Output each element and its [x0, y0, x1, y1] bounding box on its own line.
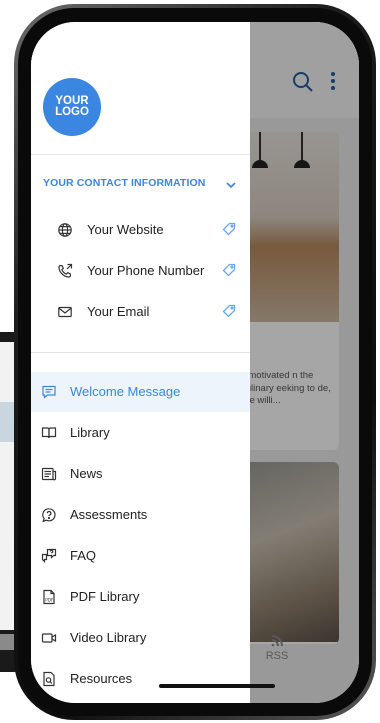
menu-item-label: Video Library	[70, 630, 147, 645]
contact-info-header[interactable]: YOUR CONTACT INFORMATION	[43, 177, 243, 193]
menu-item-label: Assessments	[70, 507, 148, 522]
contact-item-label: Your Website	[87, 222, 164, 237]
faq-icon	[41, 548, 57, 563]
phone-frame: y motivated n the culinary eeking to de,…	[14, 4, 376, 720]
menu-item-label: News	[70, 466, 103, 481]
contact-item-phone[interactable]: Your Phone Number	[31, 259, 250, 283]
menu-item-faq[interactable]: FAQ	[31, 536, 250, 576]
menu-item-resources[interactable]: Resources	[31, 659, 250, 699]
navigation-drawer: YOUR LOGO YOUR CONTACT INFORMATION Your W…	[31, 22, 250, 703]
logo-line-2: LOGO	[55, 106, 89, 118]
newspaper-icon	[41, 467, 57, 481]
book-icon	[41, 427, 57, 439]
phone-outgoing-icon	[58, 263, 73, 278]
phone-screen: y motivated n the culinary eeking to de,…	[31, 22, 359, 703]
contact-item-email[interactable]: Your Email	[31, 300, 250, 324]
stage: y motivated n the culinary eeking to de,…	[0, 0, 380, 723]
menu-item-label: Welcome Message	[70, 384, 181, 399]
globe-icon	[58, 223, 72, 237]
menu-item-welcome-message[interactable]: Welcome Message	[31, 372, 250, 412]
video-icon	[41, 633, 57, 643]
tag-icon[interactable]	[222, 304, 236, 318]
home-indicator[interactable]	[159, 684, 275, 688]
phone-bezel: y motivated n the culinary eeking to de,…	[18, 8, 372, 716]
question-bubble-icon	[42, 508, 56, 523]
tag-icon[interactable]	[222, 222, 236, 236]
menu-item-library[interactable]: Library	[31, 413, 250, 453]
menu-item-label: FAQ	[70, 548, 97, 563]
menu-item-news[interactable]: News	[31, 454, 250, 494]
contact-info-title: YOUR CONTACT INFORMATION	[43, 177, 206, 189]
chevron-down-icon[interactable]	[225, 179, 237, 191]
svg-text:PDF: PDF	[45, 597, 54, 602]
background-device-thumbnail	[0, 402, 14, 442]
brand-logo: YOUR LOGO	[43, 78, 101, 136]
message-icon	[42, 385, 56, 399]
pdf-icon: PDF	[43, 589, 55, 605]
tag-icon[interactable]	[222, 263, 236, 277]
contact-item-label: Your Email	[87, 304, 150, 319]
divider	[31, 352, 250, 353]
contact-item-website[interactable]: Your Website	[31, 218, 250, 242]
contact-item-label: Your Phone Number	[87, 263, 205, 278]
menu-item-label: Library	[70, 425, 110, 440]
menu-item-label: PDF Library	[70, 589, 140, 604]
menu-item-label: Resources	[70, 671, 133, 686]
menu-item-assessments[interactable]: Assessments	[31, 495, 250, 535]
mail-icon	[58, 306, 72, 318]
menu-item-video-library[interactable]: Video Library	[31, 618, 250, 658]
resources-icon	[43, 671, 55, 687]
divider	[31, 154, 250, 155]
menu-item-pdf-library[interactable]: PDF PDF Library	[31, 577, 250, 617]
